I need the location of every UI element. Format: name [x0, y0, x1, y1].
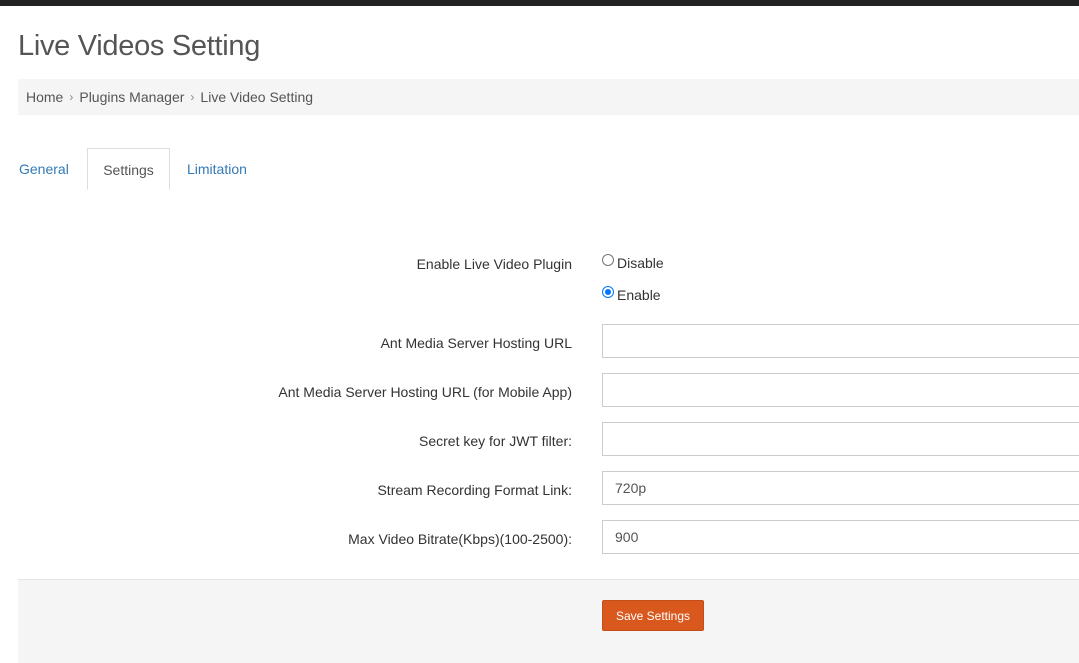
radio-disable-row[interactable]: Disable — [602, 254, 664, 271]
enable-plugin-label: Enable Live Video Plugin — [416, 256, 572, 272]
tab-limitation[interactable]: Limitation — [187, 148, 247, 190]
ams-url-mobile-input[interactable] — [602, 373, 1079, 407]
breadcrumb-plugins-manager[interactable]: Plugins Manager — [79, 89, 184, 105]
radio-enable-label[interactable]: Enable — [617, 287, 661, 303]
tab-bar: General Settings Limitation — [0, 148, 1079, 190]
breadcrumb-current: Live Video Setting — [200, 89, 314, 105]
radio-enable[interactable] — [602, 286, 614, 298]
page-title: Live Videos Setting — [18, 30, 261, 62]
radio-enable-row[interactable]: Enable — [602, 286, 661, 303]
recording-format-label: Stream Recording Format Link: — [377, 482, 572, 498]
radio-disable-label[interactable]: Disable — [617, 255, 664, 271]
radio-disable[interactable] — [602, 254, 614, 266]
max-bitrate-label: Max Video Bitrate(Kbps)(100-2500): — [348, 531, 572, 547]
ams-url-mobile-label: Ant Media Server Hosting URL (for Mobile… — [278, 384, 572, 400]
top-bar — [0, 0, 1079, 6]
save-settings-button[interactable]: Save Settings — [602, 600, 704, 631]
max-bitrate-input[interactable] — [602, 520, 1079, 554]
jwt-secret-label: Secret key for JWT filter: — [419, 433, 572, 449]
ams-url-label: Ant Media Server Hosting URL — [380, 335, 572, 351]
chevron-right-icon: › — [69, 90, 74, 104]
breadcrumb: Home › Plugins Manager › Live Video Sett… — [18, 79, 1079, 115]
form-footer — [18, 579, 1079, 663]
chevron-right-icon: › — [190, 90, 195, 104]
tab-general[interactable]: General — [19, 148, 69, 190]
tab-settings[interactable]: Settings — [87, 148, 170, 190]
jwt-secret-input[interactable] — [602, 422, 1079, 456]
recording-format-input[interactable] — [602, 471, 1079, 505]
ams-url-input[interactable] — [602, 324, 1079, 358]
breadcrumb-home[interactable]: Home — [26, 89, 63, 105]
